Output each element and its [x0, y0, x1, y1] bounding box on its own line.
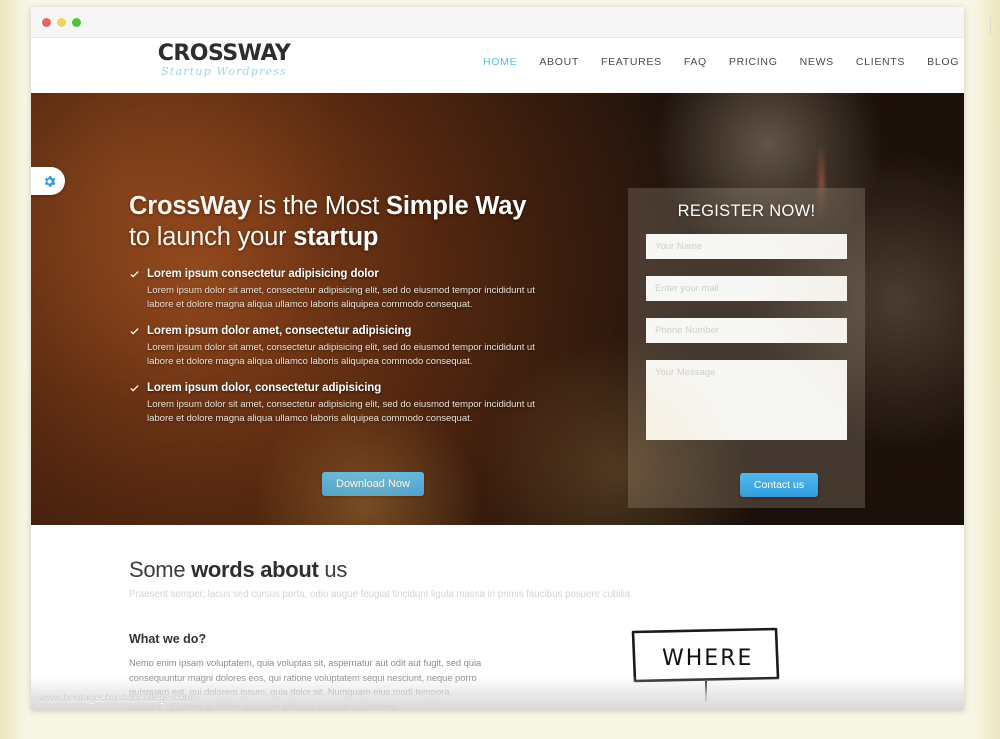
nav-item-news[interactable]: NEWS — [800, 56, 834, 68]
browser-titlebar — [31, 7, 964, 38]
contact-us-button[interactable]: Contact us — [740, 473, 818, 497]
feature-item: Lorem ipsum dolor amet, consectetur adip… — [129, 325, 579, 368]
message-textarea[interactable] — [646, 360, 847, 440]
gear-icon — [44, 175, 56, 187]
what-we-do-title: What we do? — [129, 632, 207, 646]
hero-headline-strong-1: CrossWay — [129, 192, 252, 220]
page-frame: + CROSSWAY Startup Wordpress HOME ABOUT … — [0, 0, 1000, 739]
phone-input[interactable] — [646, 318, 847, 343]
about-section: Some words about us Praesent semper, lac… — [31, 525, 964, 710]
hero-headline-strong-2: Simple Way — [386, 192, 527, 220]
close-window-button[interactable] — [42, 18, 51, 27]
name-input[interactable] — [646, 234, 847, 259]
where-box-icon: WHERE — [631, 627, 780, 701]
watermark-text: www.heritagechristiancollege.com — [39, 693, 193, 704]
logo-tagline: Startup Wordpress — [161, 65, 287, 78]
feature-item: Lorem ipsum dolor, consectetur adipisici… — [129, 382, 579, 425]
settings-toggle-button[interactable] — [31, 167, 65, 195]
feature-heading: Lorem ipsum dolor, consectetur adipisici… — [147, 382, 382, 394]
feature-body: Lorem ipsum dolor sit amet, consectetur … — [147, 342, 535, 367]
nav-item-home[interactable]: HOME — [483, 56, 517, 68]
nav-item-about[interactable]: ABOUT — [539, 56, 579, 68]
where-illustration: WHERE — [628, 625, 818, 710]
about-subtitle: Praesent semper, lacus sed cursus porta,… — [129, 589, 631, 600]
about-title: Some words about us — [129, 557, 347, 583]
feature-heading: Lorem ipsum dolor amet, consectetur adip… — [147, 325, 412, 337]
minimize-window-button[interactable] — [57, 18, 66, 27]
maximize-window-button[interactable] — [72, 18, 81, 27]
download-now-button[interactable]: Download Now — [322, 472, 424, 496]
browser-window: CROSSWAY Startup Wordpress HOME ABOUT FE… — [31, 7, 964, 710]
about-title-strong: words about — [191, 557, 319, 582]
hero-headline-strong-3: startup — [293, 223, 379, 251]
about-title-pre: Some — [129, 557, 192, 582]
check-icon — [130, 328, 139, 335]
feature-body: Lorem ipsum dolor sit amet, consectetur … — [147, 399, 535, 424]
check-icon — [130, 385, 139, 392]
hero-headline: CrossWay is the Most Simple Way to launc… — [129, 191, 599, 253]
feature-body: Lorem ipsum dolor sit amet, consectetur … — [147, 285, 535, 310]
site-header: CROSSWAY Startup Wordpress HOME ABOUT FE… — [31, 38, 964, 93]
nav-item-faq[interactable]: FAQ — [684, 56, 707, 68]
logo-text: CROSSWAY — [157, 41, 291, 66]
main-navigation: HOME ABOUT FEATURES FAQ PRICING NEWS CLI… — [483, 56, 959, 68]
window-controls — [42, 18, 81, 27]
new-tab-button[interactable]: + — [989, 14, 1000, 40]
register-panel-title: REGISTER NOW! — [677, 202, 816, 220]
about-title-post: us — [318, 557, 348, 582]
nav-item-pricing[interactable]: PRICING — [729, 56, 778, 68]
email-input[interactable] — [646, 276, 847, 301]
feature-heading: Lorem ipsum consectetur adipisicing dolo… — [147, 268, 379, 280]
site-logo[interactable]: CROSSWAY Startup Wordpress — [129, 41, 319, 79]
register-panel: REGISTER NOW! Contact us — [628, 188, 865, 508]
nav-item-clients[interactable]: CLIENTS — [856, 56, 905, 68]
nav-item-features[interactable]: FEATURES — [601, 56, 662, 68]
nav-item-blog[interactable]: BLOG — [927, 56, 959, 68]
hero-feature-list: Lorem ipsum consectetur adipisicing dolo… — [129, 268, 579, 439]
feature-item: Lorem ipsum consectetur adipisicing dolo… — [129, 268, 579, 311]
check-icon — [130, 271, 139, 278]
svg-text:WHERE: WHERE — [662, 646, 753, 671]
hero-section: CrossWay is the Most Simple Way to launc… — [31, 93, 964, 525]
hero-headline-text-2: to launch your — [129, 223, 294, 251]
hero-headline-text-1: is the Most — [251, 192, 387, 220]
